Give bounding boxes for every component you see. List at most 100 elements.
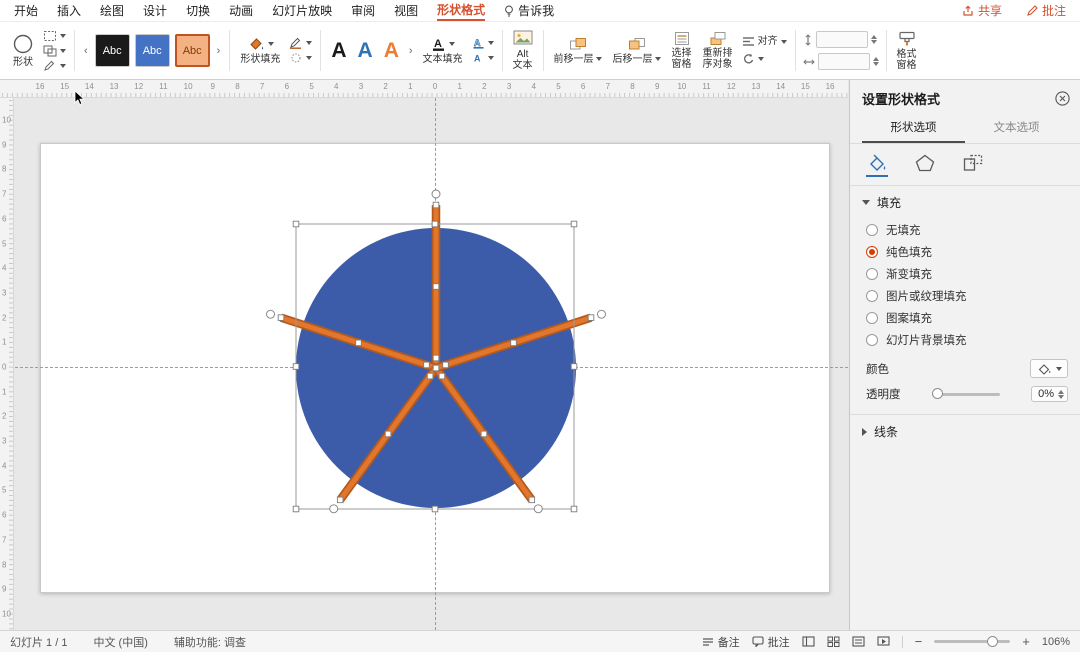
slide[interactable]	[40, 143, 830, 593]
transparency-slider[interactable]	[931, 388, 1000, 399]
canvas-area[interactable]: 10 9 8 7 6 5 4 3 2 1 0 1 2 3 4 5 6 7 8 9 10	[0, 98, 848, 630]
slide-sorter-view-button[interactable]	[827, 636, 840, 647]
draw-pen-button[interactable]	[42, 60, 67, 72]
tab-text-options[interactable]: 文本选项	[965, 114, 1068, 143]
width-stepper[interactable]	[872, 57, 879, 66]
shape-effects-button[interactable]	[288, 52, 313, 64]
rotate-button[interactable]	[741, 53, 788, 65]
text-outline-button[interactable]: A	[471, 37, 495, 49]
menu-item-design[interactable]: 设计	[143, 2, 167, 19]
close-icon[interactable]	[1055, 91, 1070, 106]
selection-handle[interactable]	[432, 283, 440, 290]
wordart-gallery-next[interactable]: ›	[407, 45, 415, 57]
height-input[interactable]	[815, 31, 868, 48]
selection-handle[interactable]	[431, 220, 439, 228]
selection-handle[interactable]	[570, 363, 578, 370]
selection-handle[interactable]	[570, 505, 578, 513]
zoom-level[interactable]: 106%	[1042, 636, 1070, 648]
fill-option-background[interactable]: 幻灯片背景填充	[850, 329, 1080, 351]
selection-handle[interactable]	[292, 220, 300, 228]
comments-button[interactable]: 批注	[1026, 2, 1066, 19]
selection-handle[interactable]	[292, 363, 300, 370]
transparency-stepper[interactable]	[1058, 389, 1064, 399]
rotate-handle[interactable]	[597, 309, 606, 319]
text-fill-button[interactable]: A 文本填充	[420, 36, 466, 66]
color-picker-button[interactable]	[1030, 359, 1068, 378]
size-properties-icon-tab[interactable]	[962, 154, 984, 177]
style-gallery-next[interactable]: ›	[215, 45, 223, 57]
rotate-handle[interactable]	[431, 189, 441, 199]
slider-thumb[interactable]	[931, 388, 943, 399]
slideshow-view-button[interactable]	[877, 636, 890, 647]
width-input[interactable]	[817, 53, 870, 70]
menu-item-home[interactable]: 开始	[14, 2, 38, 19]
menu-item-insert[interactable]: 插入	[57, 2, 81, 19]
menu-item-animations[interactable]: 动画	[229, 2, 253, 19]
shape-fill-button[interactable]: 形状填充	[237, 35, 283, 66]
selection-handle[interactable]	[432, 364, 440, 372]
menu-item-view[interactable]: 视图	[394, 2, 418, 19]
selection-handle[interactable]	[426, 372, 434, 380]
fill-option-solid[interactable]: 纯色填充	[850, 241, 1080, 263]
style-gallery-prev[interactable]: ‹	[82, 45, 90, 57]
menu-item-review[interactable]: 审阅	[351, 2, 375, 19]
vertical-ruler[interactable]: 10 9 8 7 6 5 4 3 2 1 0 1 2 3 4 5 6 7 8 9 10	[0, 98, 14, 630]
wordart-preset-blue[interactable]: A	[355, 39, 376, 63]
zoom-slider-thumb[interactable]	[987, 635, 999, 647]
menu-item-tell-me[interactable]: 告诉我	[504, 2, 554, 19]
tab-shape-options[interactable]: 形状选项	[862, 114, 965, 143]
language-indicator[interactable]: 中文 (中国)	[93, 634, 147, 650]
effects-icon-tab[interactable]	[914, 154, 936, 177]
shape-outline-button[interactable]	[288, 37, 313, 49]
selection-handle[interactable]	[355, 339, 362, 347]
selection-handle[interactable]	[384, 430, 392, 438]
edit-shape-button[interactable]	[42, 30, 67, 42]
menu-item-transitions[interactable]: 切换	[186, 2, 210, 19]
accessibility-status[interactable]: 辅助功能: 调查	[174, 634, 246, 650]
rotate-handle[interactable]	[533, 504, 543, 514]
height-stepper[interactable]	[870, 35, 877, 44]
selection-handle[interactable]	[277, 314, 285, 321]
menu-item-slideshow[interactable]: 幻灯片放映	[272, 2, 332, 19]
selection-handle[interactable]	[292, 505, 300, 513]
transparency-value-box[interactable]: 0%	[1031, 386, 1068, 402]
menu-item-draw[interactable]: 绘图	[100, 2, 124, 19]
fill-option-none[interactable]: 无填充	[850, 219, 1080, 241]
alt-text-button[interactable]: Alt 文本	[510, 29, 536, 72]
merge-shapes-button[interactable]	[42, 45, 67, 57]
align-button[interactable]: 对齐	[741, 36, 788, 47]
selection-handle[interactable]	[587, 314, 595, 321]
reorder-objects-button[interactable]: 重新排 序对象	[700, 30, 736, 71]
selection-handle[interactable]	[432, 354, 440, 362]
horizontal-ruler[interactable]: 16 15 14 13 12 11 10 9 8 7 6 5 4 3 2 1 0 1 2 3 4 5 6 7 8 9 10 11 12 1…	[0, 80, 848, 98]
slide-counter[interactable]: 幻灯片 1 / 1	[10, 634, 67, 650]
notes-button[interactable]: 备注	[702, 634, 740, 650]
fill-line-icon-tab[interactable]	[866, 154, 888, 177]
style-preset-orange-selected[interactable]: Abc	[174, 34, 210, 67]
normal-view-button[interactable]	[802, 636, 815, 647]
wordart-preset-orange[interactable]: A	[381, 39, 402, 63]
zoom-in-button[interactable]: +	[1022, 634, 1030, 649]
fill-option-gradient[interactable]: 渐变填充	[850, 263, 1080, 285]
text-effects-button[interactable]: A	[471, 52, 495, 64]
line-section-header[interactable]: 线条	[850, 414, 1080, 448]
zoom-out-button[interactable]: −	[915, 634, 923, 649]
selection-handle[interactable]	[438, 372, 446, 380]
rotate-handle[interactable]	[329, 504, 339, 514]
zoom-slider[interactable]	[934, 635, 1011, 647]
share-button[interactable]: 共享	[962, 2, 1002, 19]
selection-handle[interactable]	[423, 361, 430, 369]
rotate-handle[interactable]	[266, 309, 275, 319]
insert-shape-button[interactable]: 形状	[9, 32, 37, 69]
selection-handle[interactable]	[480, 430, 488, 438]
selection-handle[interactable]	[431, 505, 439, 513]
selection-handle[interactable]	[570, 220, 578, 228]
selection-handle[interactable]	[528, 496, 536, 504]
reading-view-button[interactable]	[852, 636, 865, 647]
selection-pane-button[interactable]: 选择 窗格	[669, 30, 695, 71]
style-preset-black[interactable]: Abc	[94, 34, 130, 67]
menu-item-shape-format[interactable]: 形状格式	[437, 1, 486, 21]
selection-handle[interactable]	[442, 361, 449, 369]
bring-forward-button[interactable]: 前移一层	[551, 36, 605, 66]
format-pane-button[interactable]: 格式 窗格	[894, 30, 920, 72]
